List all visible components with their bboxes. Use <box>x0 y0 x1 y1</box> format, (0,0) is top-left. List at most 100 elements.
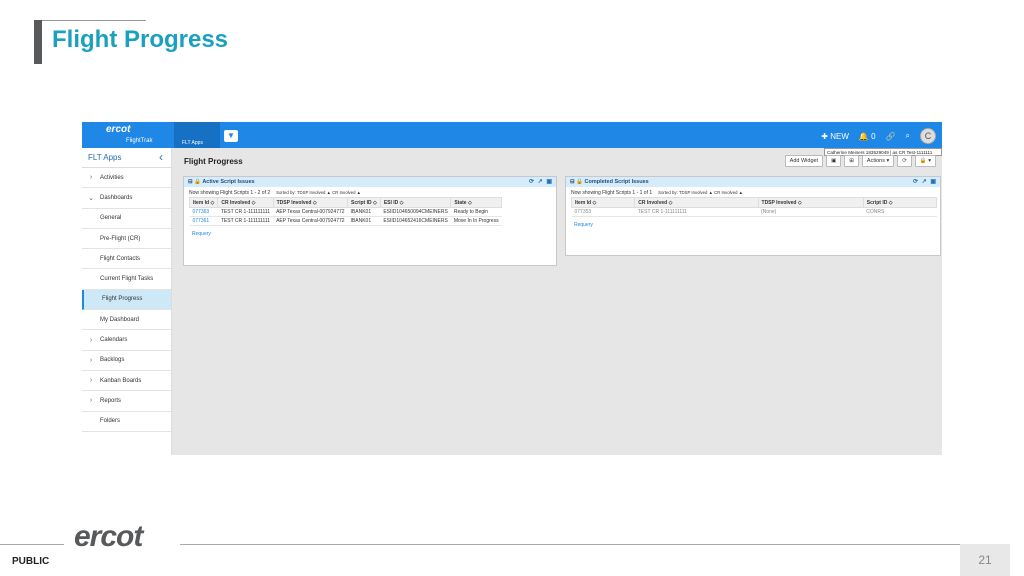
app-screenshot: ercot FlightTrak FLT Apps ▼ ✚ NEW 🔔 0 🔗 … <box>82 122 942 455</box>
requery-link[interactable]: Requery <box>566 217 940 228</box>
table-cell: IBANK01 <box>347 216 381 226</box>
table-row[interactable]: 077363 TEST CR 1-111111111 AEP Texas Centr… <box>189 207 502 217</box>
top-nav-actions: ✚ NEW 🔔 0 🔗 ⌕ C <box>821 128 936 144</box>
sidebar-item[interactable]: Folders <box>82 412 171 432</box>
chevron-down-icon[interactable]: ▼ <box>224 130 238 142</box>
sidebar-item[interactable]: Pre-Flight (CR) <box>82 229 171 250</box>
layout-icon[interactable]: ▣ <box>826 155 842 167</box>
tab-flt-apps[interactable]: FLT Apps <box>174 122 220 148</box>
sidebar-item-label: Folders <box>100 418 121 425</box>
sort-text: Sorted by: TDSP Involved ▲ CR Involved ▲ <box>276 190 361 195</box>
column-header[interactable]: TDSP Involved ◇ <box>757 197 864 208</box>
widget-header: ⊟ 🔒 Completed Script Issues ⟳ ↗ ▣ <box>566 177 940 187</box>
table-cell: TEST CR 1-111111111 <box>217 207 274 217</box>
chevron-right-icon: › <box>89 397 93 405</box>
table-row[interactable]: 077353 TEST CR 1-111111111 (None) CONRS <box>571 207 937 217</box>
item-id-link[interactable]: 077353 <box>571 207 635 217</box>
column-header[interactable]: TDSP Involved ◇ <box>272 197 349 208</box>
sidebar-item[interactable]: ⌄ Dashboards <box>82 188 171 209</box>
table-cell: Ready to Begin <box>450 207 502 217</box>
sidebar-list: › Activities ⌄ Dashboards General Pre-Flight … <box>82 168 171 432</box>
chevron-right-icon: › <box>89 174 93 182</box>
widget-controls-icon[interactable]: ⟳ ↗ ▣ <box>529 178 553 185</box>
table-cell: ESIID104652416CMEINERS <box>380 216 451 226</box>
sidebar-item-label: Activities <box>100 174 124 181</box>
sidebar-item[interactable]: › Backlogs <box>82 351 171 371</box>
page-title: Flight Progress <box>184 157 243 166</box>
add-widget-button[interactable]: Add Widget <box>784 155 824 167</box>
requery-link[interactable]: Requery <box>184 226 556 237</box>
column-header[interactable]: Item Id ◇ <box>570 197 636 208</box>
table-cell: Move In In Progress <box>450 216 502 226</box>
column-header[interactable]: CR Involved ◇ <box>634 197 759 208</box>
sidebar-item-label: Backlogs <box>100 357 125 364</box>
sidebar-item-label: Current Flight Tasks <box>100 276 154 283</box>
new-button[interactable]: ✚ NEW <box>821 132 849 141</box>
sidebar-item-label: Calendars <box>100 337 128 344</box>
refresh-icon[interactable]: ⟳ <box>897 155 912 167</box>
sidebar-item[interactable]: General <box>82 209 171 229</box>
title-rule <box>42 20 146 21</box>
widget-header: ⊟ 🔒 Active Script Issues ⟳ ↗ ▣ <box>184 177 556 187</box>
link-icon[interactable]: 🔗 <box>886 132 896 141</box>
toolbar: Add Widget ▣ ⊞ Actions ▾ ⟳ 🔒 ▾ <box>784 155 936 167</box>
sidebar-item[interactable]: My Dashboard <box>82 310 171 331</box>
logo-text: ercot <box>106 124 131 135</box>
sidebar-item-label: Reports <box>100 397 122 404</box>
chevron-right-icon: › <box>89 336 93 344</box>
chevron-left-icon[interactable]: ‹ <box>159 150 163 164</box>
widget-controls-icon[interactable]: ⟳ ↗ ▣ <box>913 178 937 185</box>
sort-text: Sorted by: TDSP Involved ▲ CR Involved ▲ <box>658 190 743 195</box>
classification-label: PUBLIC <box>12 556 50 567</box>
sidebar-item-label: My Dashboard <box>100 316 140 323</box>
sidebar-item-label: Kanban Boards <box>100 377 142 384</box>
sidebar-item[interactable]: › Activities <box>82 168 171 189</box>
ercot-logo: ercot <box>74 520 143 553</box>
sidebar-item[interactable]: Current Flight Tasks <box>82 269 171 290</box>
column-header[interactable]: CR Involved ◇ <box>217 197 274 208</box>
table-cell: (None) <box>758 207 864 217</box>
sidebar-header: FLT Apps ‹ <box>82 148 171 168</box>
widget-title: Active Script Issues <box>202 179 255 185</box>
sidebar-item[interactable]: Flight Contacts <box>82 249 171 270</box>
main-content: Flight Progress Add Widget ▣ ⊞ Actions ▾… <box>174 148 942 455</box>
item-id-link[interactable]: 077363 <box>189 207 218 217</box>
sidebar-item[interactable]: › Calendars <box>82 330 171 351</box>
column-header[interactable]: Script ID ◇ <box>862 197 938 208</box>
avatar[interactable]: C <box>920 128 936 144</box>
item-id-link[interactable]: 077361 <box>189 216 218 226</box>
search-icon[interactable]: ⌕ <box>906 131 910 141</box>
table-row[interactable]: 077361 TEST CR 1-111111111 AEP Texas Centr… <box>189 216 502 226</box>
chevron-down-icon: ⌄ <box>88 194 94 202</box>
sidebar-header-label: FLT Apps <box>88 153 122 162</box>
sidebar-item-label: Flight Contacts <box>100 255 141 262</box>
lock-icon[interactable]: 🔒 ▾ <box>914 155 936 167</box>
widget-title: Completed Script Issues <box>584 179 649 185</box>
table-cell: ESIID104650094CMEINERS <box>380 207 451 217</box>
widget-info: Now showing Flight Scripts 1 - 1 of 1 Sor… <box>566 187 940 197</box>
column-header[interactable]: ESI ID ◇ <box>379 197 452 208</box>
column-header[interactable]: Script ID ◇ <box>347 197 381 208</box>
footer-rule <box>0 544 64 545</box>
bell-count: 0 <box>871 131 876 141</box>
sidebar-item-label: Dashboards <box>100 194 133 201</box>
title-accent-bar <box>34 20 42 64</box>
actions-label: Actions <box>866 158 885 164</box>
table-cell: TEST CR 1-111111111 <box>217 216 274 226</box>
table-cell: TEST CR 1-111111111 <box>634 207 759 217</box>
sidebar: FLT Apps ‹ › Activities ⌄ Dashboards General… <box>82 148 172 455</box>
footer-rule <box>180 544 960 545</box>
column-header[interactable]: Item Id ◇ <box>188 197 219 208</box>
actions-button[interactable]: Actions ▾ <box>861 155 895 167</box>
chevron-right-icon: › <box>89 377 93 385</box>
showing-text: Now showing Flight Scripts 1 - 1 of 1 <box>571 190 653 196</box>
sidebar-item[interactable]: › Reports <box>82 391 171 412</box>
top-nav-bar: ercot FlightTrak FLT Apps ▼ ✚ NEW 🔔 0 🔗 … <box>82 122 942 148</box>
column-header[interactable]: State ◇ <box>450 197 503 208</box>
grid-icon[interactable]: ⊞ <box>844 155 859 167</box>
app-logo[interactable]: ercot FlightTrak <box>82 122 172 148</box>
notifications-button[interactable]: 🔔 0 <box>859 132 876 141</box>
sidebar-item[interactable]: › Kanban Boards <box>82 371 171 392</box>
showing-text: Now showing Flight Scripts 1 - 2 of 2 <box>189 190 271 196</box>
sidebar-item[interactable]: Flight Progress <box>82 289 171 311</box>
